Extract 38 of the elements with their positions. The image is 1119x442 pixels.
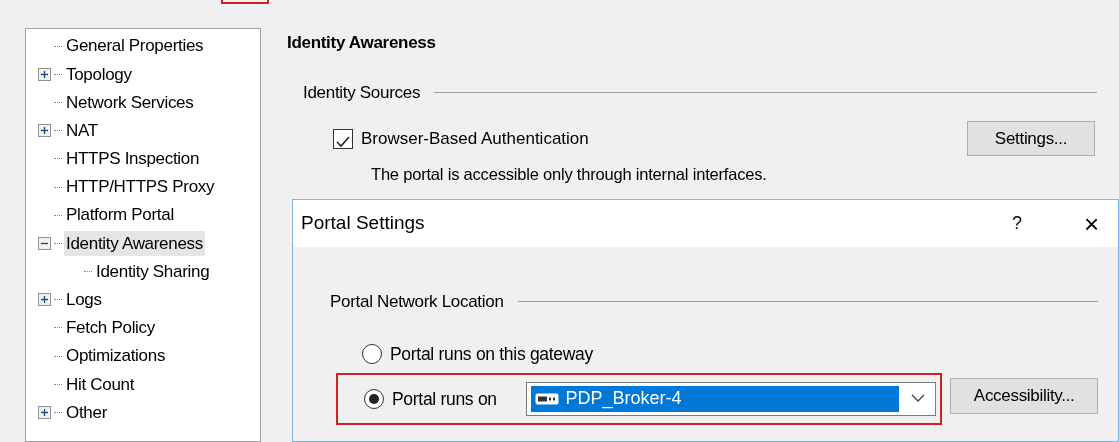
radio-label: Portal runs on <box>392 387 497 411</box>
tree-item[interactable]: NAT <box>64 117 100 144</box>
collapse-icon[interactable] <box>37 236 51 250</box>
chevron-down-icon <box>911 394 926 404</box>
help-button[interactable]: ? <box>1012 210 1022 237</box>
dropdown-value: PDP_Broker-4 <box>565 387 682 411</box>
accessibility-button[interactable]: Accessibility... <box>950 377 1098 414</box>
radio-button[interactable] <box>364 388 384 409</box>
tree-item[interactable]: Identity Sharing <box>94 258 212 285</box>
group-label: Portal Network Location <box>330 291 504 313</box>
expand-icon[interactable] <box>37 67 51 81</box>
expand-icon[interactable] <box>37 293 51 307</box>
tree-item[interactable]: Identity Awareness <box>64 230 205 257</box>
dropdown-field[interactable]: PDP_Broker-4 <box>526 381 937 416</box>
radio-label: Portal runs on this gateway <box>390 342 593 366</box>
tree-item[interactable]: Hit Count <box>64 371 137 398</box>
settings-button[interactable]: Settings... <box>967 121 1095 156</box>
close-button[interactable]: × <box>1084 210 1108 237</box>
tree-item[interactable]: HTTPS Inspection <box>64 146 202 172</box>
tree-item[interactable]: Platform Portal <box>64 202 176 228</box>
tree-item[interactable]: General Properties <box>64 33 206 59</box>
tree-item[interactable]: Optimizations <box>64 343 168 369</box>
gateway-icon <box>535 392 560 405</box>
note-text: The portal is accessible only through internal interfaces. <box>371 164 768 185</box>
expand-icon[interactable] <box>37 406 51 420</box>
tree-item[interactable]: HTTP/HTTPS Proxy <box>64 174 217 200</box>
radio-button[interactable] <box>362 343 382 364</box>
expand-icon[interactable] <box>37 124 51 138</box>
group-label: Identity Sources <box>303 81 421 104</box>
checkbox-label: Browser-Based Authentication <box>361 127 589 150</box>
tree-item[interactable]: Topology <box>64 61 134 88</box>
tree-item[interactable]: Logs <box>64 287 104 313</box>
dialog-title: Portal Settings <box>301 211 425 236</box>
tree-item[interactable]: Fetch Policy <box>64 315 157 341</box>
tree-item[interactable]: Network Services <box>64 89 196 116</box>
section-title: Identity Awareness <box>287 32 437 54</box>
tree-item[interactable]: Other <box>64 399 110 426</box>
checkbox[interactable] <box>333 128 353 149</box>
